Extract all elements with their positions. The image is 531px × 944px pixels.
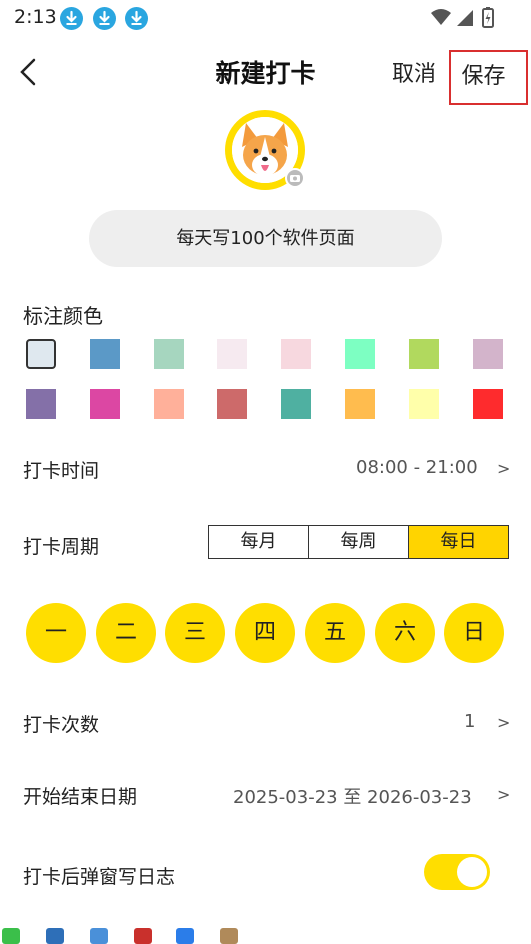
color-swatch[interactable] [217,339,247,369]
color-swatch[interactable] [217,389,247,419]
color-swatch[interactable] [473,339,503,369]
color-swatch[interactable] [26,389,56,419]
weekday-tue[interactable]: 二 [96,603,156,663]
task-name-value: 每天写100个软件页面 [176,228,355,249]
box-icon[interactable] [220,928,238,944]
color-swatch[interactable] [154,389,184,419]
checkin-count-value: 1 [464,711,476,732]
color-swatch[interactable] [281,389,311,419]
color-swatch[interactable] [154,339,184,369]
cycle-option-monthly[interactable]: 每月 [209,526,309,558]
weekday-thu[interactable]: 四 [235,603,295,663]
weekday-sat[interactable]: 六 [375,603,435,663]
save-button[interactable]: 保存 [449,50,528,105]
wifi-icon [431,9,451,25]
color-swatch[interactable] [409,339,439,369]
weekday-sun[interactable]: 日 [444,603,504,663]
popup-diary-toggle[interactable] [424,854,490,890]
color-swatch[interactable] [345,339,375,369]
download-icon [93,7,116,30]
status-indicators [429,6,497,30]
checkin-time-value: 08:00 - 21:00 [356,457,478,478]
signal-icon [457,10,473,26]
wechat-icon[interactable] [2,928,20,944]
checkin-cycle-label: 打卡周期 [23,536,100,558]
color-swatch[interactable] [90,389,120,419]
download-icon [125,7,148,30]
color-swatch[interactable] [345,389,375,419]
color-swatch[interactable] [26,339,56,369]
color-swatch[interactable] [473,389,503,419]
cycle-segmented-control: 每月 每周 每日 [208,525,509,559]
color-section-label: 标注颜色 [23,304,103,328]
checkin-time-label: 打卡时间 [23,460,100,482]
cycle-option-weekly[interactable]: 每周 [309,526,409,558]
weekday-wed[interactable]: 三 [165,603,225,663]
checkin-count-label: 打卡次数 [23,714,100,736]
popup-diary-label: 打卡后弹窗写日志 [23,866,176,888]
status-bar: 2:13 [0,0,531,36]
camera-icon[interactable] [285,168,305,188]
nav-bar: 新建打卡 取消 保存 [0,44,531,105]
toggle-knob [457,857,487,887]
battery-icon [482,7,494,28]
chevron-right-icon: > [497,713,511,732]
chevron-right-icon: > [497,785,511,804]
chevron-right-icon: > [497,459,511,478]
color-swatch[interactable] [281,339,311,369]
cancel-button[interactable]: 取消 [392,56,436,88]
app-icon[interactable] [176,928,194,944]
dock-strip [0,926,531,944]
weekday-fri[interactable]: 五 [305,603,365,663]
color-swatch[interactable] [409,389,439,419]
calendar-icon[interactable] [134,928,152,944]
notes-icon[interactable] [90,928,108,944]
weekday-mon[interactable]: 一 [26,603,86,663]
download-icon [60,7,83,30]
color-swatch[interactable] [90,339,120,369]
date-range-label: 开始结束日期 [23,786,138,808]
task-name-field[interactable]: 每天写100个软件页面 [89,210,442,267]
date-range-value: 2025-03-23 至 2026-03-23 [233,787,472,808]
cycle-option-daily[interactable]: 每日 [409,526,508,558]
status-time: 2:13 [14,6,57,28]
pen-icon[interactable] [46,928,64,944]
save-button-label: 保存 [461,64,506,89]
